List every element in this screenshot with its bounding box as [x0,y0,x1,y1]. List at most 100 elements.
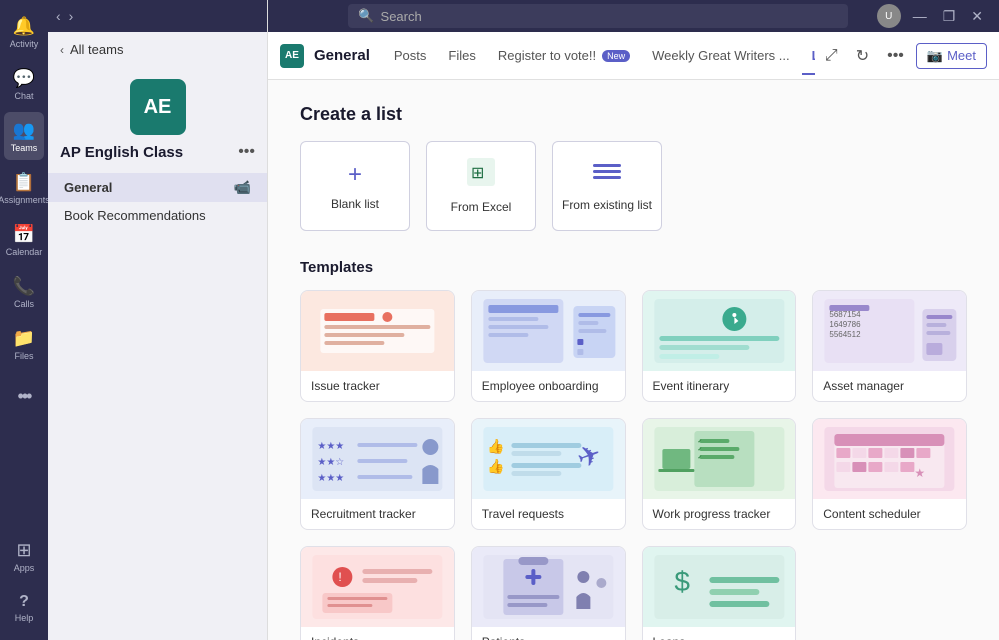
files-icon: 📁 [13,328,35,349]
more-options-icon[interactable]: ••• [881,43,910,69]
template-thumb-work: ✓ ✓ ✓ [643,419,796,499]
template-thumb-asset: 5687154 1649786 5564512 [813,291,966,371]
tab-posts[interactable]: Posts [384,36,437,75]
channel-avatar: AE [280,44,304,68]
svg-text:👍: 👍 [487,438,504,455]
svg-text:5564512: 5564512 [830,330,862,339]
tab-bar: Posts Files Register to vote!! New Weekl… [384,36,815,75]
video-icon: 📹 [234,179,251,196]
meet-button[interactable]: 📷 Meet [916,43,987,69]
template-travel-requests[interactable]: 👍 👍 ✈ Travel requests [471,418,626,530]
template-label-issue: Issue tracker [301,371,454,401]
svg-text:1649786: 1649786 [830,320,862,329]
nav-item-files[interactable]: 📁 Files [4,320,44,368]
calendar-icon: 📅 [13,224,35,245]
nav-item-activity[interactable]: 🔔 Activity [4,8,44,56]
template-thumb-issue [301,291,454,371]
nav-item-help[interactable]: ? Help [4,584,44,632]
minimize-button[interactable]: — [909,6,931,26]
expand-icon[interactable]: ⤢ [819,43,844,69]
template-thumb-event [643,291,796,371]
titlebar-nav: ‹ › [56,8,73,24]
nav-item-chat[interactable]: 💬 Chat [4,60,44,108]
template-work-progress[interactable]: ✓ ✓ ✓ Work progress tracker [642,418,797,530]
template-issue-tracker[interactable]: Issue tracker [300,290,455,402]
template-asset-manager[interactable]: 5687154 1649786 5564512 Asset manager [812,290,967,402]
template-recruitment-tracker[interactable]: ★★★ ★★☆ ★★★ Recruitment tracker [300,418,455,530]
more-icon: ••• [18,386,31,407]
nav-item-assignments[interactable]: 📋 Assignments [4,164,44,212]
tab-files[interactable]: Files [438,36,485,75]
template-label-event: Event itinerary [643,371,796,401]
team-more-button[interactable]: ••• [238,143,255,161]
camera-icon: 📷 [927,48,943,64]
template-thumb-patients [472,547,625,627]
team-name-row: AP English Class ••• [60,143,255,161]
help-icon: ? [19,593,29,611]
template-thumb-employee [472,291,625,371]
from-excel-option[interactable]: ⊞ From Excel [426,141,536,231]
template-event-itinerary[interactable]: Event itinerary [642,290,797,402]
assignments-icon: 📋 [13,172,35,193]
activity-icon: 🔔 [13,16,35,37]
svg-text:5687154: 5687154 [830,310,862,319]
tab-register[interactable]: Register to vote!! New [488,36,640,75]
tab-weekly[interactable]: Weekly Great Writers ... [642,36,800,75]
existing-list-icon [593,160,621,190]
nav-item-teams[interactable]: 👥 Teams [4,112,44,160]
teams-icon: 👥 [13,120,35,141]
titlebar-controls: U — ❐ ✕ [877,4,987,28]
apps-icon: ⊞ [16,540,31,561]
nav-item-apps[interactable]: ⊞ Apps [4,532,44,580]
template-thumb-incidents: ! [301,547,454,627]
new-badge: New [602,50,630,62]
header-actions: ⤢ ↻ ••• 📷 Meet [819,42,987,70]
svg-text:👍: 👍 [487,458,504,475]
channel-name-heading: General [314,47,370,64]
refresh-icon[interactable]: ↻ [850,42,875,70]
calls-icon: 📞 [13,276,35,297]
close-button[interactable]: ✕ [967,6,987,27]
list-options: + Blank list ⊞ From Excel From existing … [300,141,967,231]
svg-text:✓: ✓ [697,447,702,453]
template-content-scheduler[interactable]: ★ Content scheduler [812,418,967,530]
svg-text:★★★: ★★★ [317,473,344,484]
template-thumb-loans: $ [643,547,796,627]
nav-item-more[interactable]: ••• [4,372,44,420]
template-label-work-progress: Work progress tracker [643,499,796,529]
template-loans[interactable]: $ Loans [642,546,797,640]
template-thumb-recruitment: ★★★ ★★☆ ★★★ [301,419,454,499]
channel-list: General 📹 Book Recommendations [48,173,267,229]
maximize-button[interactable]: ❐ [939,6,960,27]
tab-lists[interactable]: Lists ▾ [802,36,815,75]
window-titlebar: ‹ › [48,0,267,32]
template-patients[interactable]: Patients [471,546,626,640]
search-bar[interactable]: 🔍 [348,4,848,28]
chat-icon: 💬 [13,68,35,89]
template-label-incidents: Incidents [301,627,454,640]
svg-text:★★★: ★★★ [317,441,344,452]
nav-item-calendar[interactable]: 📅 Calendar [4,216,44,264]
search-input[interactable] [381,9,839,24]
user-avatar[interactable]: U [877,4,901,28]
template-label-asset: Asset manager [813,371,966,401]
all-teams-link[interactable]: ‹ All teams [48,32,267,67]
channel-item-general[interactable]: General 📹 [48,173,267,202]
blank-list-option[interactable]: + Blank list [300,141,410,231]
sidebar: ‹ › ‹ All teams AE AP English Class ••• … [48,0,268,640]
back-button[interactable]: ‹ [56,8,61,24]
channel-item-book-recommendations[interactable]: Book Recommendations [48,202,267,229]
template-employee-onboarding[interactable]: Employee onboarding [471,290,626,402]
forward-button[interactable]: › [69,8,74,24]
left-nav: 🔔 Activity 💬 Chat 👥 Teams 📋 Assignments … [0,0,48,640]
search-icon: 🔍 [358,8,374,24]
content-area: Create a list + Blank list ⊞ From Excel … [268,80,999,640]
template-label-loans: Loans [643,627,796,640]
from-existing-option[interactable]: From existing list [552,141,662,231]
template-label-content: Content scheduler [813,499,966,529]
nav-item-calls[interactable]: 📞 Calls [4,268,44,316]
template-incidents[interactable]: ! Incidents [300,546,455,640]
back-chevron-icon: ‹ [60,43,64,57]
template-label-recruitment: Recruitment tracker [301,499,454,529]
team-name: AP English Class [60,144,183,161]
